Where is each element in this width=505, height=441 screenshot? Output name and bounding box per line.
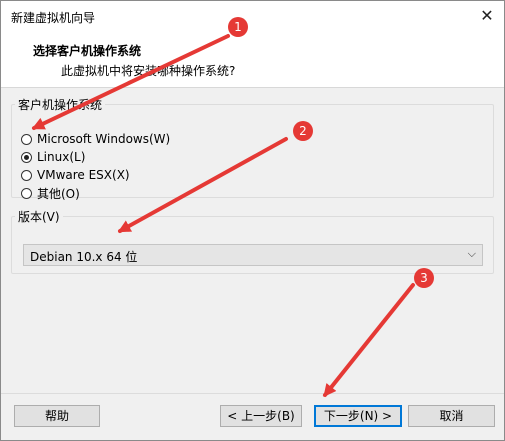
radio-button[interactable]	[21, 169, 32, 181]
radio-linux[interactable]: Linux(L)	[21, 148, 85, 166]
back-button[interactable]: < 上一步(B)	[220, 405, 302, 427]
new-vm-wizard-window: 新建虚拟机向导 ✕ 选择客户机操作系统 此虚拟机中将安装哪种操作系统? 客户机操…	[0, 0, 505, 441]
chevron-down-icon[interactable]: ⌵	[468, 247, 476, 261]
radio-other[interactable]: 其他(O)	[21, 184, 80, 202]
page-title: 选择客户机操作系统	[33, 44, 142, 58]
version-dropdown[interactable]: Debian 10.x 64 位 ⌵	[23, 244, 483, 266]
radio-button[interactable]	[21, 133, 32, 145]
close-icon[interactable]: ✕	[476, 5, 498, 27]
footer-divider	[1, 393, 504, 394]
next-button[interactable]: 下一步(N) >	[314, 405, 402, 427]
radio-windows[interactable]: Microsoft Windows(W)	[21, 130, 170, 148]
radio-label: Linux(L)	[37, 150, 86, 164]
radio-label: 其他(O)	[37, 186, 80, 201]
help-button[interactable]: 帮助	[14, 405, 100, 427]
radio-label: VMware ESX(X)	[37, 168, 130, 182]
radio-button-checked[interactable]	[21, 151, 32, 163]
title-bar: 新建虚拟机向导 ✕	[1, 1, 504, 31]
page-subtitle: 此虚拟机中将安装哪种操作系统?	[61, 64, 236, 78]
guest-os-legend: 客户机操作系统	[18, 98, 103, 112]
radio-button[interactable]	[21, 187, 32, 199]
version-group: 版本(V) Debian 10.x 64 位 ⌵	[11, 208, 494, 274]
version-selected-value: Debian 10.x 64 位	[30, 250, 138, 264]
radio-vmware-esx[interactable]: VMware ESX(X)	[21, 166, 130, 184]
wizard-header: 选择客户机操作系统 此虚拟机中将安装哪种操作系统?	[1, 31, 504, 88]
version-legend: 版本(V)	[18, 210, 60, 224]
guest-os-group: 客户机操作系统 Microsoft Windows(W) Linux(L) VM…	[11, 96, 494, 201]
window-title: 新建虚拟机向导	[11, 11, 96, 25]
radio-label: Microsoft Windows(W)	[37, 132, 171, 146]
cancel-button[interactable]: 取消	[408, 405, 495, 427]
